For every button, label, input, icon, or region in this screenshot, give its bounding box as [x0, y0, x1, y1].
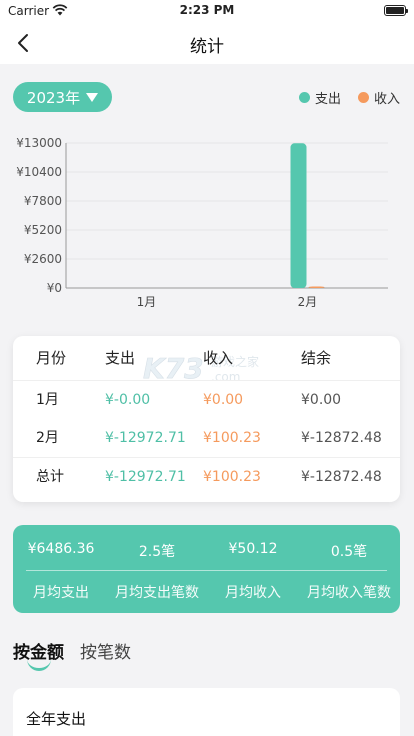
cell-income: ¥100.23 — [203, 469, 261, 485]
header-balance: 结余 — [301, 349, 332, 367]
x-tick-label: 1月 — [137, 295, 157, 309]
annual-expense-title: 全年支出 — [26, 710, 87, 728]
table-row: 1月 ¥-0.00 ¥0.00 ¥0.00 — [13, 380, 400, 420]
cell-expense: ¥-0.00 — [105, 392, 151, 408]
bar — [290, 143, 307, 288]
avg-income-value: ¥50.12 — [228, 541, 278, 557]
tab-by-count[interactable]: 按笔数 — [80, 638, 131, 663]
header-month: 月份 — [36, 349, 67, 367]
cell-expense: ¥-12972.71 — [105, 430, 186, 446]
y-tick-label: ¥13000 — [16, 136, 62, 150]
year-label: 2023年 — [26, 88, 81, 107]
table-header-row: 月份 支出 收入 结余 — [13, 338, 400, 378]
avg-expense-count-label: 月均支出笔数 — [115, 585, 199, 601]
header-expense: 支出 — [105, 349, 136, 367]
cell-income: ¥100.23 — [203, 430, 261, 446]
tab-indicator — [27, 659, 51, 671]
legend-income: 收入 — [358, 88, 400, 107]
annual-expense-card: 全年支出 — [13, 688, 400, 736]
table-total-row: 总计 ¥-12972.71 ¥100.23 ¥-12872.48 — [13, 457, 400, 497]
cell-balance: ¥-12872.48 — [301, 469, 382, 485]
y-tick-label: ¥10400 — [16, 165, 62, 179]
avg-income-label: 月均收入 — [225, 585, 281, 601]
cell-balance: ¥0.00 — [301, 392, 342, 408]
legend-income-label: 收入 — [374, 92, 401, 107]
table-row: 2月 ¥-12972.71 ¥100.23 ¥-12872.48 — [13, 418, 400, 458]
ranking-tabs: 按金额 按笔数 — [13, 638, 213, 674]
y-tick-label: ¥7800 — [24, 194, 62, 208]
y-tick-label: ¥0 — [47, 281, 62, 295]
y-tick-label: ¥2600 — [24, 252, 62, 266]
monthly-average-card: ¥6486.36 2.5笔 ¥50.12 0.5笔 月均支出 月均支出笔数 月均… — [13, 525, 400, 613]
cell-month: 2月 — [36, 430, 59, 446]
cell-month: 1月 — [36, 392, 59, 408]
legend-expense-label: 支出 — [315, 92, 342, 107]
avg-income-count-value: 0.5笔 — [330, 544, 368, 560]
clock: 2:23 PM — [179, 3, 235, 17]
cell-month: 总计 — [36, 469, 64, 485]
cell-expense: ¥-12972.71 — [105, 469, 186, 485]
battery-icon — [384, 5, 408, 16]
monthly-table: K73 游戏之家 .com 月份 支出 收入 结余 1月 ¥-0.00 ¥0.0… — [13, 336, 400, 502]
y-tick-label: ¥5200 — [24, 223, 62, 237]
x-tick-label: 2月 — [298, 295, 318, 309]
dropdown-triangle-icon — [86, 92, 99, 102]
cell-balance: ¥-12872.48 — [301, 430, 382, 446]
expense-dot-icon — [299, 92, 310, 103]
year-selector[interactable]: 2023年 — [13, 82, 112, 112]
header-income: 收入 — [203, 349, 234, 367]
nav-bar: 统计 — [0, 22, 414, 64]
page-title: 统计 — [190, 37, 224, 57]
avg-expense-value: ¥6486.36 — [27, 541, 95, 557]
avg-expense-count-value: 2.5笔 — [138, 544, 176, 560]
status-bar: Carrier 2:23 PM — [0, 0, 414, 22]
avg-income-count-label: 月均收入笔数 — [307, 585, 391, 601]
avg-expense-label: 月均支出 — [33, 585, 89, 601]
bar-chart: ¥13000 ¥10400 ¥7800 ¥5200 ¥2600 ¥0 1月 2月 — [16, 136, 388, 309]
bar — [308, 286, 325, 288]
income-dot-icon — [358, 92, 369, 103]
cell-income: ¥0.00 — [203, 392, 244, 408]
legend-expense: 支出 — [299, 88, 341, 107]
